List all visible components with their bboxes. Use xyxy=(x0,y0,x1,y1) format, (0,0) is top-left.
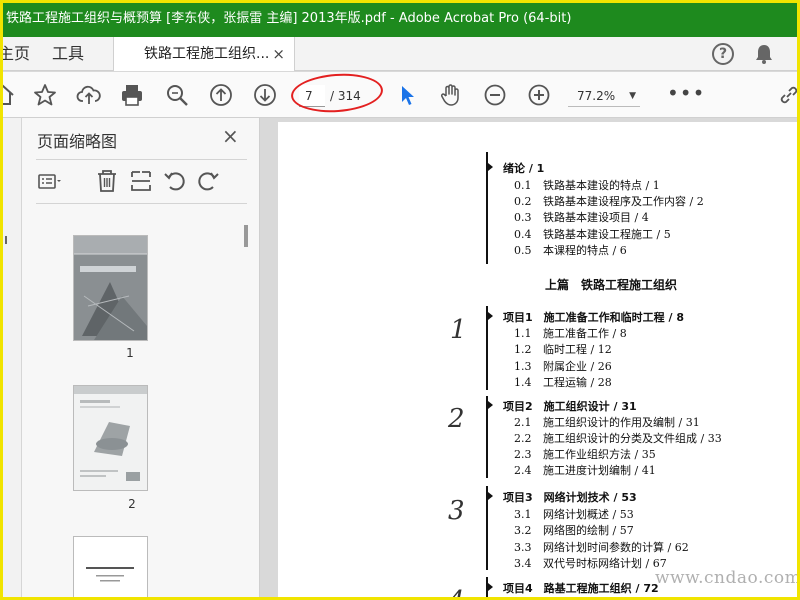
tab-home-label: 主页 xyxy=(0,44,30,63)
part-title: 上篇 铁路工程施工组织 xyxy=(545,278,678,292)
toc-item[interactable]: 0.5 本课程的特点 / 6 xyxy=(514,242,627,258)
project-number-4: 4 xyxy=(448,586,465,600)
toc-item[interactable]: 1.4 工程运输 / 28 xyxy=(514,374,612,390)
toc-item[interactable]: 3.4 双代号时标网络计划 / 67 xyxy=(514,555,667,571)
toc-item[interactable]: 2.3 施工作业组织方法 / 35 xyxy=(514,446,656,462)
select-cursor-icon[interactable] xyxy=(393,82,419,108)
page-thumbnails-nav-icon[interactable] xyxy=(0,142,6,156)
tab-document[interactable]: 铁路工程施工组织... × xyxy=(113,37,295,71)
tab-tools[interactable]: 工具 xyxy=(52,37,84,71)
page-thumbnail-2[interactable] xyxy=(74,386,147,490)
next-page-icon[interactable] xyxy=(252,82,278,108)
cloud-upload-icon[interactable] xyxy=(76,82,102,108)
extract-page-icon[interactable] xyxy=(128,168,154,194)
tab-close-icon[interactable]: × xyxy=(272,37,285,71)
toc-item[interactable]: 1.1 施工准备工作 / 8 xyxy=(514,325,627,341)
main-toolbar: 7 / 314 77.2% ▼ ••• xyxy=(0,72,800,118)
panel-close-icon[interactable]: × xyxy=(222,124,239,148)
toc-arrow-marker xyxy=(488,492,493,500)
zoom-level-value: 77.2% xyxy=(577,89,616,103)
chevron-down-icon: ▼ xyxy=(629,91,636,101)
window-title-bar: 铁路工程施工组织与概预算 [李东侠，张振雷 主编] 2013年版.pdf - A… xyxy=(0,0,800,37)
delete-page-icon[interactable] xyxy=(94,168,120,194)
toc-item[interactable]: 3.2 网络图的绘制 / 57 xyxy=(514,522,634,538)
toc-intro-heading[interactable]: 绪论 / 1 xyxy=(503,160,544,176)
page-3-thumbnail-image xyxy=(74,537,147,600)
toc-item[interactable]: 3.1 网络计划概述 / 53 xyxy=(514,506,634,522)
toc-item[interactable]: 2.2 施工组织设计的分类及文件组成 / 33 xyxy=(514,430,722,446)
bookmarks-nav-icon[interactable] xyxy=(0,236,7,244)
cover-thumbnail-image xyxy=(74,236,147,340)
toc-arrow-marker xyxy=(488,163,493,171)
zoom-out-icon[interactable] xyxy=(482,82,508,108)
toc-item[interactable]: 1.3 附属企业 / 26 xyxy=(514,358,612,374)
previous-page-icon[interactable] xyxy=(208,82,234,108)
left-navigation-strip xyxy=(0,118,22,600)
page-2-thumbnail-image xyxy=(74,386,147,490)
project-number-3: 3 xyxy=(448,496,465,526)
toc-item[interactable]: 0.4 铁路基本建设工程施工 / 5 xyxy=(514,226,671,242)
more-tools-icon[interactable]: ••• xyxy=(667,82,705,104)
divider xyxy=(36,203,247,204)
thumbnail-scrollbar[interactable] xyxy=(244,225,248,247)
help-icon[interactable]: ? xyxy=(712,43,734,65)
link-icon[interactable] xyxy=(776,82,800,108)
toc-arrow-marker xyxy=(488,401,493,409)
thumbnail-label-1: 1 xyxy=(126,346,134,360)
thumbnail-options-icon[interactable] xyxy=(36,168,62,194)
tab-bar: 主页 工具 铁路工程施工组织... × xyxy=(0,37,800,71)
page-thumbnails-panel: 页面缩略图 × xyxy=(22,118,260,600)
panel-title: 页面缩略图 xyxy=(37,132,118,151)
rotate-counterclockwise-icon[interactable] xyxy=(162,168,188,194)
tab-document-label: 铁路工程施工组织... xyxy=(144,46,270,62)
print-icon[interactable] xyxy=(119,82,145,108)
rotate-clockwise-icon[interactable] xyxy=(195,168,221,194)
toc-item[interactable]: 1.2 临时工程 / 12 xyxy=(514,341,612,357)
toc-item[interactable]: 3.3 网络计划时间参数的计算 / 62 xyxy=(514,539,689,555)
page-thumbnail-1[interactable] xyxy=(74,236,147,340)
toc-project-heading[interactable]: 项目1 施工准备工作和临时工程 / 8 xyxy=(503,309,684,325)
hand-tool-icon[interactable] xyxy=(438,82,464,108)
toc-project-heading[interactable]: 项目3 网络计划技术 / 53 xyxy=(503,489,637,505)
toc-item[interactable]: 0.1 铁路基本建设的特点 / 1 xyxy=(514,177,660,193)
project-number-2: 2 xyxy=(448,404,465,434)
toc-project-heading[interactable]: 项目2 施工组织设计 / 31 xyxy=(503,398,637,414)
toc-arrow-marker xyxy=(488,312,493,320)
zoom-level-dropdown[interactable]: 77.2% ▼ xyxy=(568,85,640,107)
toc-arrow-marker xyxy=(488,583,493,591)
notification-bell-icon[interactable] xyxy=(753,43,775,65)
toc-project-heading[interactable]: 项目4 路基工程施工组织 / 72 xyxy=(503,580,659,596)
star-bookmark-icon[interactable] xyxy=(32,82,58,108)
thumbnail-label-2: 2 xyxy=(128,497,136,511)
toc-item[interactable]: 0.3 铁路基本建设项目 / 4 xyxy=(514,209,649,225)
divider xyxy=(36,159,247,160)
tab-home[interactable]: 主页 xyxy=(0,37,30,71)
home-icon[interactable] xyxy=(0,82,16,108)
zoom-in-icon[interactable] xyxy=(526,82,552,108)
window-title: 铁路工程施工组织与概预算 [李东侠，张振雷 主编] 2013年版.pdf - A… xyxy=(6,11,572,26)
toc-item[interactable]: 2.4 施工进度计划编制 / 41 xyxy=(514,462,656,478)
toc-item[interactable]: 2.1 施工组织设计的作用及编制 / 31 xyxy=(514,414,700,430)
zoom-search-icon[interactable] xyxy=(164,82,190,108)
page-thumbnail-3[interactable] xyxy=(74,537,147,600)
toc-item[interactable]: 0.2 铁路基本建设程序及工作内容 / 2 xyxy=(514,193,704,209)
site-watermark: www.cndao.com xyxy=(655,568,800,588)
project-number-1: 1 xyxy=(450,315,467,345)
